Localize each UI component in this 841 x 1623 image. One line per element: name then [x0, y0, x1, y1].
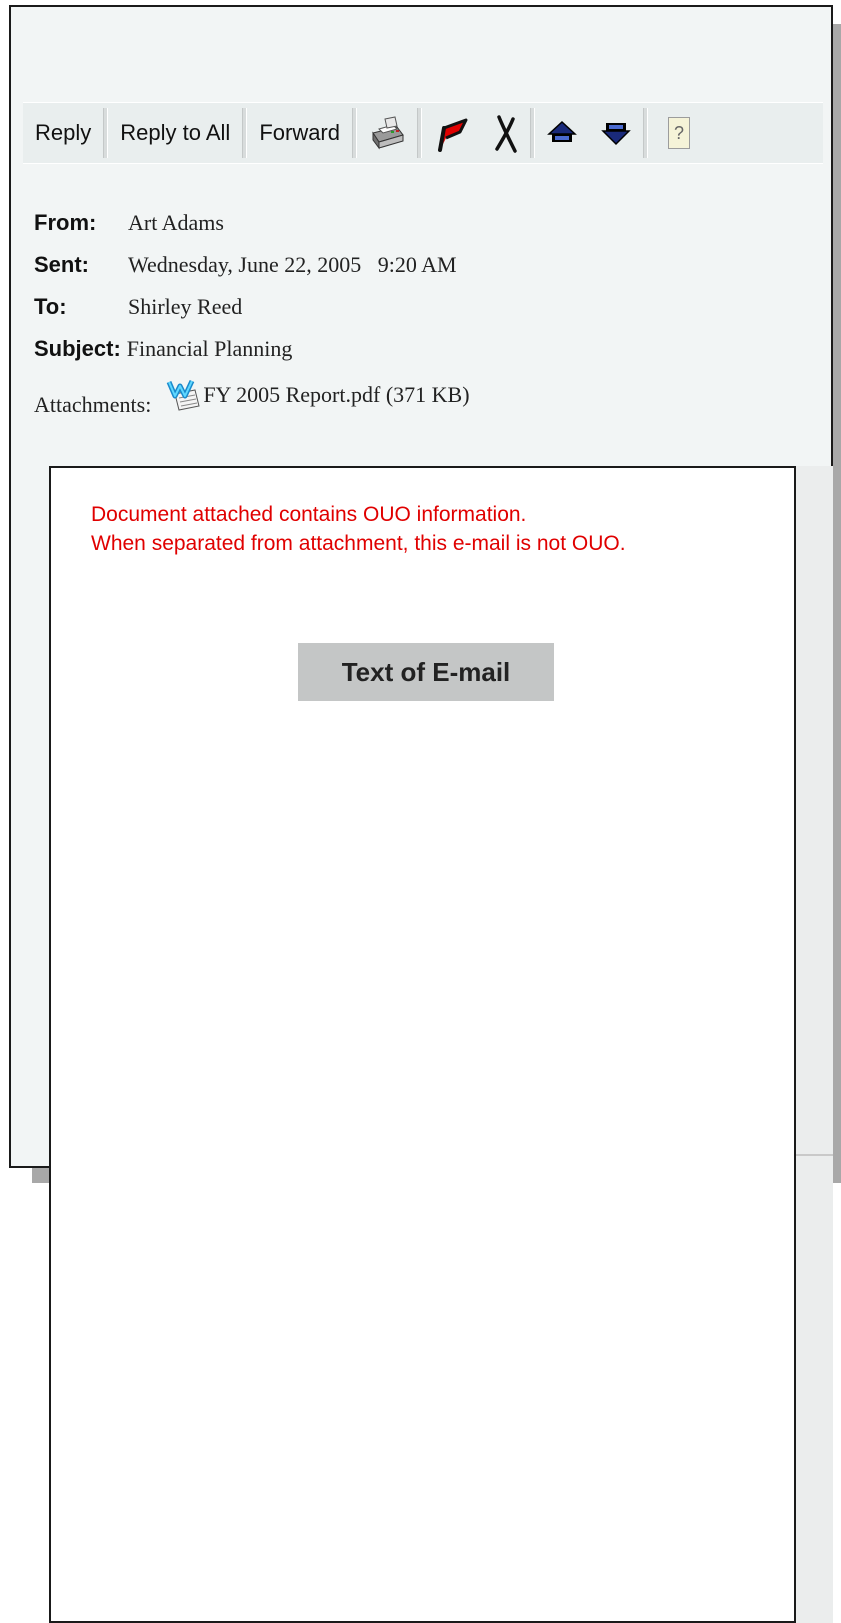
to-row: To: Shirley Reed	[34, 294, 794, 336]
forward-button[interactable]: Forward	[247, 108, 352, 158]
attachments-label: Attachments:	[34, 392, 152, 417]
message-toolbar: Reply Reply to All Forward ?	[23, 102, 823, 164]
next-item-button[interactable]	[589, 108, 643, 158]
ouo-notice-line2: When separated from attachment, this e-m…	[91, 532, 626, 555]
subject-row: Subject: Financial Planning	[34, 336, 794, 378]
scrollbar-edge	[795, 1154, 833, 1156]
print-button[interactable]	[357, 108, 417, 158]
attachments-row: Attachments: FY 2005 Report.pdf (371 KB)	[34, 378, 794, 420]
flag-button[interactable]	[422, 108, 482, 158]
to-value: Shirley Reed	[128, 294, 243, 319]
delete-icon	[495, 115, 517, 153]
message-header: From: Art Adams Sent: Wednesday, June 22…	[34, 210, 794, 420]
ouo-notice: Document attached contains OUO informati…	[91, 500, 626, 558]
from-label: From:	[34, 210, 97, 235]
reply-all-button[interactable]: Reply to All	[108, 108, 242, 158]
message-body[interactable]: Document attached contains OUO informati…	[49, 466, 796, 1623]
attachment-name: FY 2005 Report.pdf (371 KB)	[203, 382, 470, 407]
email-text-placeholder: Text of E-mail	[298, 643, 554, 701]
print-icon	[372, 116, 404, 150]
from-value: Art Adams	[128, 210, 224, 235]
attachment-link[interactable]: FY 2005 Report.pdf (371 KB)	[165, 378, 470, 412]
sent-label: Sent:	[34, 252, 89, 277]
from-row: From: Art Adams	[34, 210, 794, 252]
next-item-icon	[601, 123, 631, 146]
to-label: To:	[34, 294, 67, 319]
toolbar-separator	[643, 108, 648, 158]
attachment-file-icon	[167, 379, 200, 411]
delete-button[interactable]	[482, 108, 530, 158]
previous-item-button[interactable]	[535, 108, 589, 158]
sent-value: Wednesday, June 22, 2005 9:20 AM	[128, 252, 457, 277]
reply-button[interactable]: Reply	[23, 108, 103, 158]
subject-value: Financial Planning	[126, 336, 293, 361]
flag-icon	[438, 118, 468, 152]
vertical-scrollbar[interactable]	[795, 466, 833, 1623]
help-icon: ?	[673, 122, 684, 143]
sent-row: Sent: Wednesday, June 22, 2005 9:20 AM	[34, 252, 794, 294]
subject-label: Subject:	[34, 336, 121, 361]
help-button[interactable]: ?	[668, 117, 690, 149]
ouo-notice-line1: Document attached contains OUO informati…	[91, 503, 527, 526]
previous-item-icon	[547, 120, 577, 142]
